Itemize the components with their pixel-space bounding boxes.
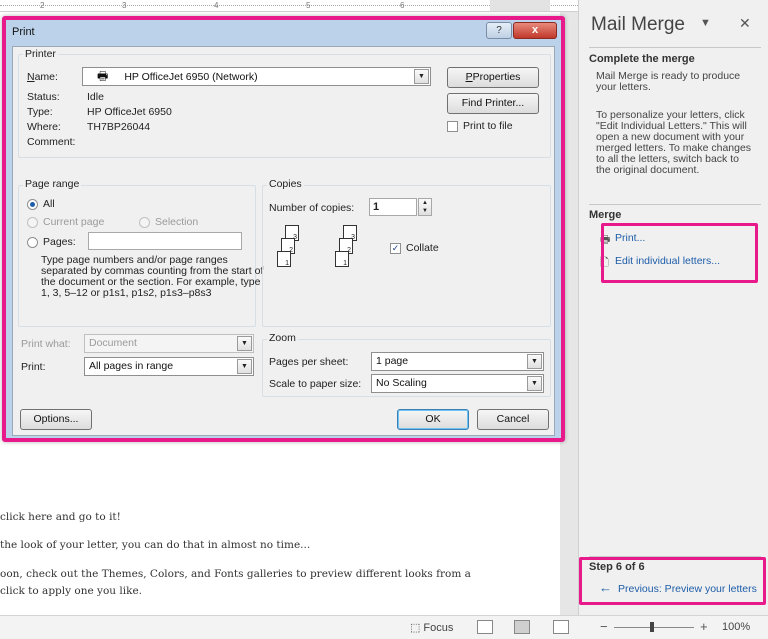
cancel-button[interactable]: Cancel [477,409,549,430]
pane-title: Mail Merge [591,14,685,35]
collate-checkbox[interactable]: ✓ [390,243,401,254]
find-printer-button[interactable]: Find Printer... [447,93,539,114]
comment-label: Comment: [27,136,76,148]
number-of-copies-label: Number of copies: [269,202,355,214]
print-what-select[interactable]: Document ▼ [84,334,254,353]
collate-label: Collate [406,242,439,254]
ruler-mark: 5 [306,1,311,10]
focus-icon: ⬚ [410,622,421,634]
where-label: Where: [27,121,61,133]
divider [589,47,761,48]
copies-label: Copies [267,178,304,190]
chevron-down-icon[interactable]: ▼ [237,336,252,351]
status-label: Status: [27,91,60,103]
ok-button[interactable]: OK [397,409,469,430]
ruler-mark: 3 [122,1,127,10]
document-line: click here and go to it! [0,511,121,523]
printer-group-label: Printer [23,48,58,60]
pages-radio[interactable] [27,237,38,248]
pages-input[interactable] [88,232,242,250]
document-line: the look of your letter, you can do that… [0,539,311,551]
type-value: HP OfficeJet 6950 [87,106,172,118]
zoom-label: Zoom [267,332,298,344]
page-range-hint: Type page numbers and/or page ranges sep… [41,254,264,299]
read-mode-icon[interactable] [477,620,493,634]
chevron-down-icon[interactable]: ▼ [527,354,542,369]
options-button[interactable]: Options... [20,409,92,430]
pane-close-icon[interactable]: ✕ [739,15,751,32]
personalize-text: To personalize your letters, click "Edit… [596,109,752,176]
ready-text: Mail Merge is ready to produce your lett… [596,70,741,93]
document-line: click to apply one you like. [0,585,143,597]
dialog-body: Printer Name: 🖶 HP OfficeJet 6950 (Networ… [12,46,555,436]
zoom-slider[interactable] [614,627,694,628]
focus-label: Focus [423,622,454,634]
copies-input[interactable]: 1 [369,198,417,216]
status-bar: ⬚ Focus − + 100% [0,615,768,639]
divider [589,204,761,205]
all-radio[interactable] [27,199,38,210]
ruler-mark: 4 [214,1,219,10]
mail-merge-pane: Mail Merge ▼ ✕ Complete the merge Mail M… [578,0,768,615]
current-page-label: Current page [43,216,105,228]
print-value: All pages in range [89,360,174,372]
focus-mode-button[interactable]: ⬚ Focus [410,621,453,634]
print-label: Print: [21,361,46,373]
where-value: TH7BP26044 [87,121,151,133]
print-to-file-label: Print to file [463,120,513,132]
print-select[interactable]: All pages in range ▼ [84,357,254,376]
pages-per-sheet-select[interactable]: 1 page ▼ [371,352,544,371]
selection-label: Selection [155,216,199,228]
highlight-step-nav [579,557,766,605]
selection-radio[interactable] [139,217,150,228]
scale-label: Scale to paper size: [269,378,362,390]
printer-name-value: HP OfficeJet 6950 (Network) [124,71,258,83]
document-line: oon, check out the Themes, Colors, and F… [0,568,471,580]
scale-value: No Scaling [376,377,427,389]
copies-spinner[interactable]: ▲ ▼ [418,198,432,216]
current-page-radio[interactable] [27,217,38,228]
zoom-slider-thumb[interactable] [650,622,654,632]
zoom-in-icon[interactable]: + [700,619,708,634]
zoom-out-icon[interactable]: − [600,619,608,634]
chevron-down-icon[interactable]: ▼ [414,69,429,84]
print-what-value: Document [89,337,137,349]
ruler-mark: 2 [40,1,45,10]
status-value: Idle [87,91,104,103]
type-label: Type: [27,106,53,118]
pages-per-sheet-value: 1 page [376,355,409,367]
printer-name-select[interactable]: 🖶 HP OfficeJet 6950 (Network) ▼ [82,67,431,86]
print-layout-icon[interactable] [514,620,530,634]
print-what-label: Print what: [21,338,71,350]
page-range-label: Page range [23,178,82,190]
horizontal-ruler: 2 3 4 5 6 [0,0,578,12]
print-dialog: Print ? x Printer Name: 🖶 HP OfficeJet 69… [2,16,565,442]
print-to-file-checkbox[interactable] [447,121,458,132]
printer-icon: 🖶 [97,69,109,83]
properties-button[interactable]: PProperties [447,67,539,88]
dialog-title: Print [12,26,35,38]
highlight-merge-links [601,223,758,283]
complete-heading: Complete the merge [589,53,695,65]
ruler-mark: 6 [400,1,405,10]
chevron-down-icon[interactable]: ▼ [237,359,252,374]
merge-heading: Merge [589,209,622,221]
close-button[interactable]: x [513,22,557,39]
scale-select[interactable]: No Scaling ▼ [371,374,544,393]
help-button[interactable]: ? [486,22,512,39]
pages-per-sheet-label: Pages per sheet: [269,356,349,368]
web-layout-icon[interactable] [553,620,569,634]
chevron-down-icon[interactable]: ▼ [527,376,542,391]
all-label: All [43,198,55,210]
pages-label: Pages: [43,236,76,248]
zoom-level[interactable]: 100% [722,621,750,633]
pane-options-icon[interactable]: ▼ [700,17,711,29]
name-label: Name: [27,71,58,83]
